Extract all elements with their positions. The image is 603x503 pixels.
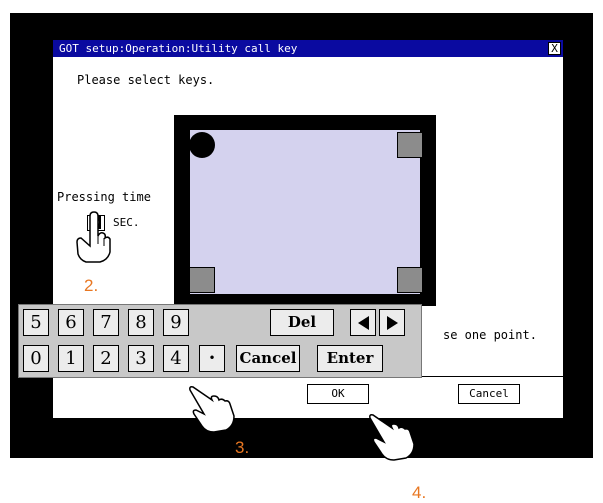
- key-1[interactable]: 1: [58, 345, 84, 372]
- step-4-label: 4.: [412, 483, 427, 502]
- dialog-title: GOT setup:Operation:Utility call key: [59, 42, 298, 55]
- numeric-keypad: 5 6 7 8 9 Del 0 1 2 3 4 • Cancel Enter: [18, 304, 422, 378]
- key-5[interactable]: 5: [23, 309, 49, 336]
- key-6[interactable]: 6: [58, 309, 84, 336]
- left-arrow-icon: [357, 316, 369, 330]
- key-2[interactable]: 2: [93, 345, 119, 372]
- corner-point-bottom-right[interactable]: [397, 267, 423, 293]
- keypad-cancel-key[interactable]: Cancel: [236, 345, 300, 372]
- close-button[interactable]: X: [548, 42, 561, 55]
- pointing-hand-icon: [76, 211, 111, 263]
- pressing-time-label: Pressing time: [57, 190, 151, 204]
- pointing-hand-icon: [369, 414, 415, 461]
- right-arrow-key[interactable]: [379, 309, 405, 336]
- del-key[interactable]: Del: [270, 309, 334, 336]
- key-4[interactable]: 4: [163, 345, 189, 372]
- key-7[interactable]: 7: [93, 309, 119, 336]
- sec-label: SEC.: [113, 216, 140, 229]
- enter-key[interactable]: Enter: [317, 345, 383, 372]
- instruction-text: Please select keys.: [77, 73, 215, 87]
- ok-button[interactable]: OK: [307, 384, 369, 404]
- dialog-title-bar: GOT setup:Operation:Utility call key X: [53, 40, 563, 57]
- key-0[interactable]: 0: [23, 345, 49, 372]
- key-3[interactable]: 3: [128, 345, 154, 372]
- corner-point-bottom-left[interactable]: [189, 267, 215, 293]
- corner-point-top-right[interactable]: [397, 132, 423, 158]
- pointing-hand-icon: [189, 386, 235, 433]
- decimal-key[interactable]: •: [199, 345, 225, 372]
- key-9[interactable]: 9: [163, 309, 189, 336]
- touch-area[interactable]: [190, 130, 420, 294]
- point-hint-text: se one point.: [443, 328, 537, 342]
- right-arrow-icon: [386, 316, 398, 330]
- left-arrow-key[interactable]: [350, 309, 376, 336]
- corner-point-top-left[interactable]: [189, 132, 215, 158]
- step-2-label: 2.: [84, 276, 99, 295]
- key-8[interactable]: 8: [128, 309, 154, 336]
- cancel-button[interactable]: Cancel: [458, 384, 520, 404]
- step-3-label: 3.: [235, 438, 250, 457]
